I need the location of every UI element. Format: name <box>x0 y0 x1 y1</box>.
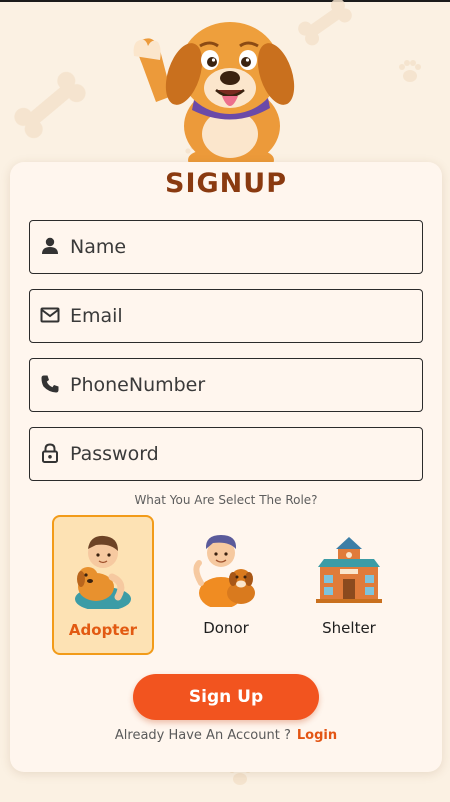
page-title: SIGNUP <box>165 168 287 199</box>
role-option-adopter[interactable]: Adopter <box>52 515 154 655</box>
person-icon <box>42 237 58 254</box>
email-input[interactable] <box>70 290 410 342</box>
lock-icon <box>42 443 58 463</box>
role-option-shelter[interactable]: Shelter <box>300 515 398 651</box>
dog-mascot-image <box>133 22 295 168</box>
name-field[interactable] <box>29 220 423 274</box>
donor-with-dog-icon <box>193 535 255 607</box>
signup-card: SIGNUP What You Are Select The Role? <box>10 162 442 772</box>
role-label-adopter: Adopter <box>68 621 138 639</box>
role-label-shelter: Shelter <box>322 619 376 637</box>
shelter-building-icon <box>316 537 382 603</box>
name-input[interactable] <box>70 221 410 273</box>
role-option-donor[interactable]: Donor <box>177 515 275 651</box>
mail-icon <box>40 307 60 323</box>
role-label-donor: Donor <box>203 619 249 637</box>
password-input[interactable] <box>70 428 410 480</box>
login-link[interactable]: Login <box>297 728 337 743</box>
email-field[interactable] <box>29 289 423 343</box>
phone-input[interactable] <box>70 359 410 411</box>
phone-field[interactable] <box>29 358 423 412</box>
login-prompt-text: Already Have An Account ? <box>114 728 291 743</box>
sign-up-button[interactable]: Sign Up <box>133 674 319 720</box>
login-prompt: Already Have An Account ? Login <box>10 728 442 743</box>
adopter-hugging-dog-icon <box>75 535 131 609</box>
password-field[interactable] <box>29 427 423 481</box>
phone-icon <box>41 375 59 393</box>
role-question: What You Are Select The Role? <box>134 493 318 507</box>
